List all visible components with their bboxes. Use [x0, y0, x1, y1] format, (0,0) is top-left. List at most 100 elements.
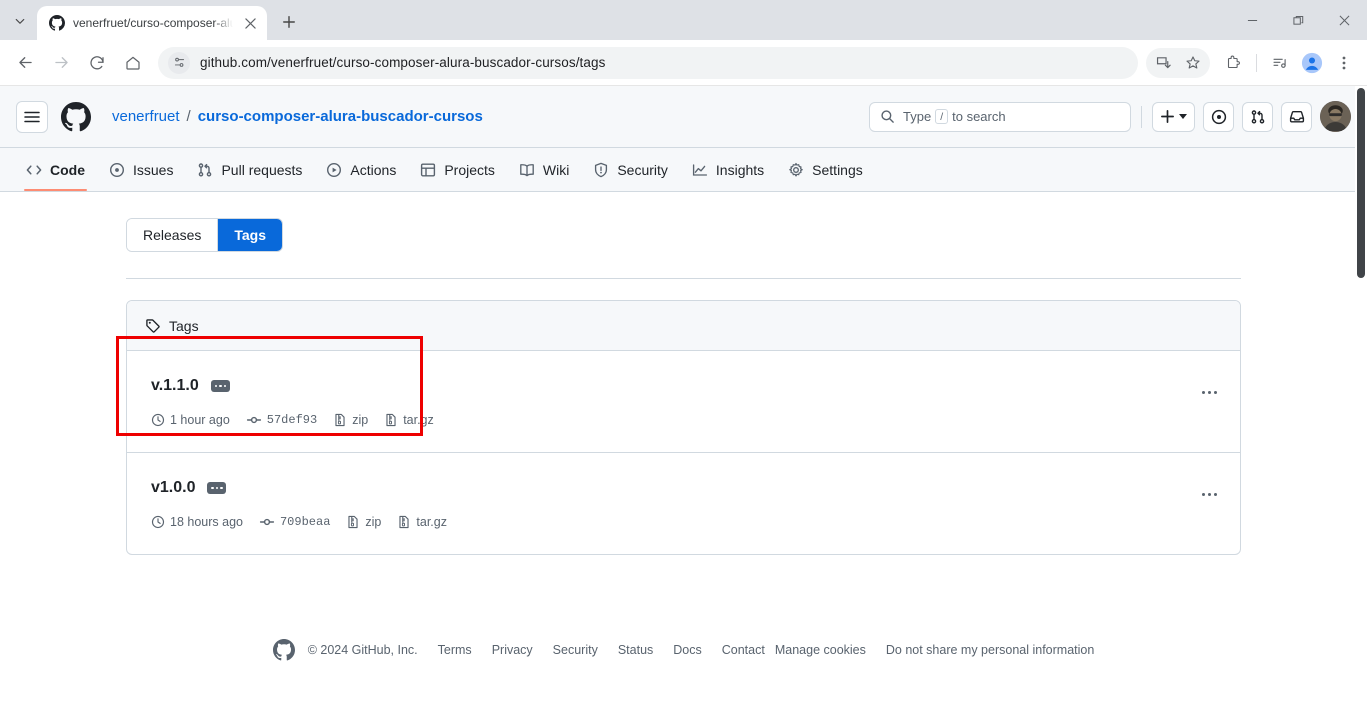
bookmark-button[interactable] — [1178, 48, 1208, 78]
repo-tab-security[interactable]: Security — [583, 149, 678, 191]
new-tab-button[interactable] — [275, 8, 303, 36]
repo-tab-label: Issues — [133, 161, 174, 178]
toolbar-icons — [1146, 47, 1359, 78]
footer-link-do-not-share[interactable]: Do not share my personal information — [886, 643, 1094, 657]
footer-copyright: © 2024 GitHub, Inc. — [307, 643, 418, 657]
extensions-button[interactable] — [1218, 48, 1248, 78]
tag-zip-label: zip — [365, 515, 382, 529]
avatar[interactable] — [1320, 101, 1351, 132]
restore-icon — [1292, 15, 1303, 25]
tab-close-icon[interactable] — [241, 14, 259, 32]
page-viewport: venerfruet / curso-composer-alura-buscad… — [0, 86, 1367, 715]
section-divider — [126, 278, 1241, 279]
verified-ellipsis-badge[interactable] — [207, 482, 227, 494]
footer-link-manage-cookies[interactable]: Manage cookies — [775, 643, 866, 657]
browser-profile-button[interactable] — [1297, 48, 1327, 78]
scrollbar-thumb[interactable] — [1357, 88, 1365, 278]
repo-tab-projects[interactable]: Projects — [410, 149, 505, 191]
footer-link-docs[interactable]: Docs — [673, 643, 701, 657]
tag-commit[interactable]: 709beaa — [259, 514, 330, 530]
repository-nav: Code Issues Pull requests Actions Projec… — [0, 148, 1367, 192]
address-bar[interactable]: github.com/venerfruet/curso-composer-alu… — [158, 46, 1138, 79]
repo-tab-label: Settings — [812, 161, 863, 178]
window-close-button[interactable] — [1321, 4, 1367, 36]
pull-requests-button[interactable] — [1242, 101, 1273, 132]
browser-toolbar: github.com/venerfruet/curso-composer-alu… — [0, 40, 1367, 86]
repo-tab-issues[interactable]: Issues — [99, 149, 183, 191]
minimize-icon — [1247, 19, 1257, 21]
issues-icon — [1211, 109, 1226, 124]
home-icon — [126, 56, 140, 70]
footer-link-privacy[interactable]: Privacy — [492, 643, 533, 657]
repo-tab-code[interactable]: Code — [16, 149, 95, 191]
create-new-button[interactable] — [1152, 101, 1195, 132]
github-header-right: Type / to search — [869, 101, 1351, 132]
search-input[interactable]: Type / to search — [869, 101, 1131, 132]
plus-icon — [1161, 110, 1174, 123]
notifications-inbox-button[interactable] — [1281, 101, 1312, 132]
tag-timestamp: 1 hour ago — [151, 413, 230, 427]
tags-panel-title: Tags — [169, 317, 199, 334]
tag-meta: 18 hours ago 709beaa zip tar.gz — [151, 514, 1196, 530]
install-app-button[interactable] — [1148, 48, 1178, 78]
breadcrumb-owner[interactable]: venerfruet — [112, 108, 180, 125]
browser-window: venerfruet/curso-composer-alu github.com… — [0, 0, 1367, 715]
issues-button[interactable] — [1203, 101, 1234, 132]
window-maximize-button[interactable] — [1275, 4, 1321, 36]
tag-name-link[interactable]: v.1.1.0 — [151, 377, 199, 395]
tag-row-menu-button[interactable] — [1196, 481, 1222, 507]
verified-ellipsis-badge[interactable] — [210, 380, 230, 392]
chevron-down-icon — [15, 18, 25, 24]
tag-zip-download[interactable]: zip — [333, 413, 368, 427]
inbox-icon — [1289, 110, 1304, 122]
github-mark-icon[interactable] — [60, 101, 92, 133]
global-menu-button[interactable] — [16, 100, 48, 133]
tag-name-link[interactable]: v1.0.0 — [151, 479, 195, 497]
bookmark-star-icon — [1186, 55, 1200, 69]
repo-tab-insights[interactable]: Insights — [682, 149, 774, 191]
omnibox-actions-pill — [1146, 47, 1210, 78]
repo-tab-settings[interactable]: Settings — [778, 149, 873, 191]
plus-icon — [283, 16, 295, 28]
tab-search-dropdown-button[interactable] — [6, 7, 34, 35]
extensions-icon — [1227, 55, 1240, 68]
tag-targz-download[interactable]: tar.gz — [384, 413, 434, 427]
footer-link-contact[interactable]: Contact — [722, 643, 765, 657]
back-button[interactable] — [8, 46, 42, 80]
reload-button[interactable] — [80, 46, 114, 80]
tag-details: v.1.1.0 1 hour ago 57def93 zip tar.gz — [151, 377, 1196, 428]
forward-button[interactable] — [44, 46, 78, 80]
repo-tab-label: Projects — [444, 161, 495, 178]
footer-link-status[interactable]: Status — [618, 643, 653, 657]
repo-tab-wiki[interactable]: Wiki — [509, 149, 579, 191]
commit-icon — [246, 416, 261, 424]
releases-tab-button[interactable]: Releases — [127, 219, 218, 251]
tag-zip-download[interactable]: zip — [346, 515, 381, 529]
tag-targz-download[interactable]: tar.gz — [397, 515, 447, 529]
tags-panel-header: Tags — [127, 301, 1240, 351]
window-controls — [1229, 0, 1367, 40]
page-footer: © 2024 GitHub, Inc. Terms Privacy Securi… — [126, 639, 1241, 661]
toolbar-divider — [1256, 53, 1257, 72]
breadcrumb: venerfruet / curso-composer-alura-buscad… — [112, 108, 483, 125]
tag-targz-label: tar.gz — [416, 515, 447, 529]
breadcrumb-repo[interactable]: curso-composer-alura-buscador-cursos — [198, 108, 483, 125]
tag-meta: 1 hour ago 57def93 zip tar.gz — [151, 412, 1196, 428]
commit-icon — [259, 518, 275, 526]
tag-row-menu-button[interactable] — [1196, 379, 1222, 405]
github-icon — [49, 15, 65, 31]
tag-commit[interactable]: 57def93 — [246, 412, 317, 428]
browser-tab-active[interactable]: venerfruet/curso-composer-alu — [37, 6, 267, 40]
repo-tab-actions[interactable]: Actions — [316, 149, 406, 191]
page-scrollbar[interactable] — [1355, 86, 1367, 715]
media-control-button[interactable] — [1265, 48, 1295, 78]
file-zip-icon — [399, 515, 409, 529]
footer-link-security[interactable]: Security — [553, 643, 598, 657]
repo-tab-pull-requests[interactable]: Pull requests — [187, 149, 312, 191]
tags-tab-button[interactable]: Tags — [217, 219, 283, 251]
footer-link-terms[interactable]: Terms — [438, 643, 472, 657]
home-button[interactable] — [116, 46, 150, 80]
chrome-menu-button[interactable] — [1329, 48, 1359, 78]
window-minimize-button[interactable] — [1229, 4, 1275, 36]
site-settings-icon[interactable] — [168, 51, 190, 74]
